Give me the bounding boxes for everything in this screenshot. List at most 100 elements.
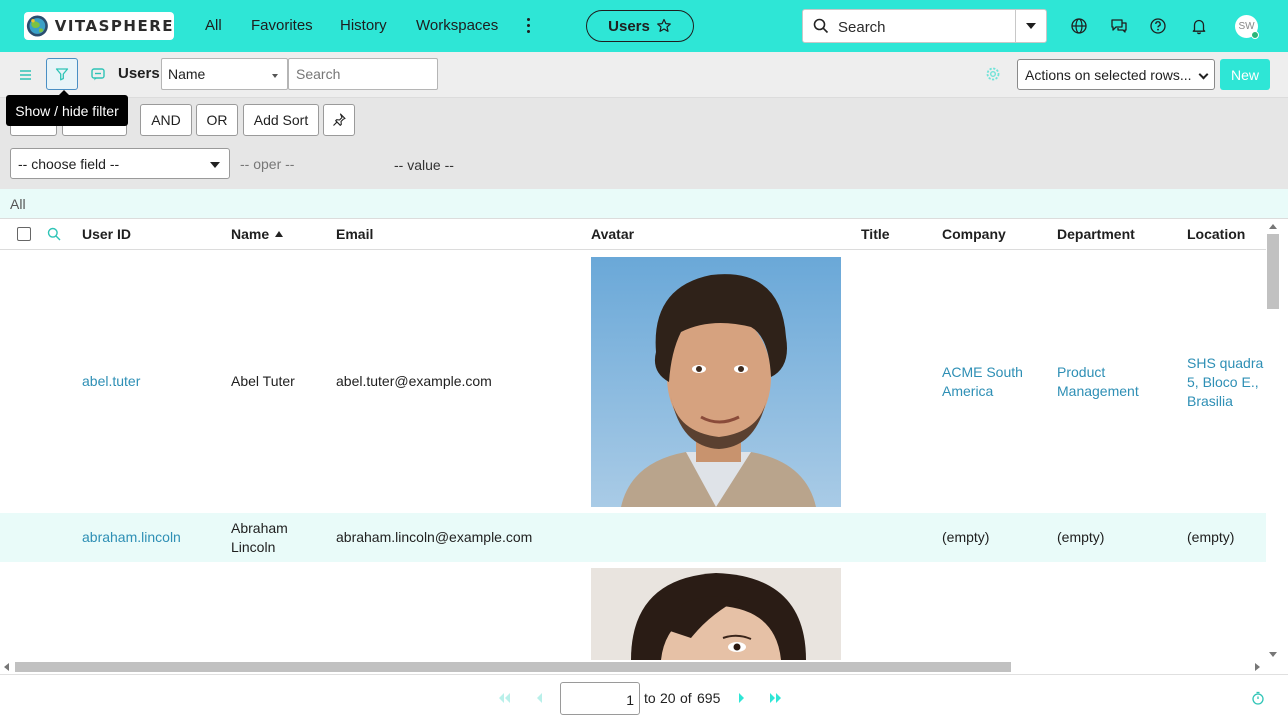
users-table: User ID Name Email Avatar Title Company …: [0, 219, 1266, 660]
select-all-checkbox[interactable]: [17, 227, 31, 241]
table-row: abel.tuter Abel Tuter abel.tuter@example…: [0, 250, 1266, 513]
column-header-location[interactable]: Location: [1187, 226, 1245, 242]
cell-user-id[interactable]: abel.tuter: [82, 372, 140, 391]
filter-tooltip: Show / hide filter: [6, 90, 128, 126]
scroll-up-icon[interactable]: [1269, 224, 1277, 229]
pager-total: 695: [697, 690, 721, 706]
brand-name: VITASPHERE: [54, 17, 174, 35]
globe-logo-icon: [26, 15, 48, 37]
column-header-avatar[interactable]: Avatar: [591, 226, 634, 242]
top-navigation: VITASPHERE All Favorites History Workspa…: [0, 0, 1288, 52]
filter-toggle-button[interactable]: [46, 58, 78, 90]
and-button[interactable]: AND: [140, 104, 192, 136]
column-search-icon[interactable]: [47, 227, 61, 241]
cell-department: (empty): [1057, 529, 1105, 545]
help-icon[interactable]: [1149, 17, 1167, 35]
vertical-scroll-thumb[interactable]: [1267, 234, 1279, 309]
bell-icon[interactable]: [1190, 17, 1208, 35]
search-field-select[interactable]: Name: [161, 58, 288, 90]
cell-name: Abel Tuter: [231, 373, 295, 389]
column-header-name-label: Name: [231, 226, 270, 242]
next-page-icon[interactable]: [733, 692, 749, 704]
cell-company: (empty): [942, 529, 990, 545]
nav-link-all[interactable]: All: [205, 17, 222, 34]
scroll-down-icon[interactable]: [1269, 652, 1277, 657]
gear-icon[interactable]: [985, 66, 1001, 82]
list-header-bar: Users Name Search Actions on selected ro…: [0, 52, 1288, 98]
table-header: User ID Name Email Avatar Title Company …: [0, 219, 1266, 250]
column-header-title[interactable]: Title: [861, 226, 890, 242]
pager-to-label: to: [644, 690, 656, 706]
column-header-department[interactable]: Department: [1057, 226, 1135, 242]
search-icon: [813, 18, 829, 34]
chat-icon[interactable]: [1110, 17, 1128, 35]
avatar-photo: [591, 568, 841, 660]
table-row: abraham.lincoln Abraham Lincoln abraham.…: [0, 513, 1266, 562]
choose-field-select[interactable]: -- choose field --: [10, 148, 230, 179]
pin-icon: [333, 113, 346, 126]
stopwatch-icon[interactable]: [1251, 691, 1265, 705]
scroll-right-icon[interactable]: [1255, 663, 1260, 671]
nav-link-workspaces[interactable]: Workspaces: [416, 17, 498, 34]
nav-link-favorites[interactable]: Favorites: [251, 17, 313, 34]
page-number-input[interactable]: 1: [560, 682, 640, 715]
column-header-email[interactable]: Email: [336, 226, 373, 242]
column-header-company[interactable]: Company: [942, 226, 1006, 242]
nav-link-history[interactable]: History: [340, 17, 387, 34]
global-search[interactable]: Search: [802, 9, 1047, 43]
cell-user-id[interactable]: abraham.lincoln: [82, 528, 181, 547]
choose-field-value: -- choose field --: [18, 156, 120, 172]
current-app-label: Users: [608, 17, 650, 35]
breadcrumb-all[interactable]: All: [10, 196, 26, 212]
globe-icon[interactable]: [1070, 17, 1088, 35]
or-button[interactable]: OR: [196, 104, 238, 136]
filter-icon: [55, 68, 69, 81]
first-page-icon[interactable]: [496, 692, 512, 704]
vertical-scrollbar[interactable]: [1266, 219, 1280, 660]
actions-select-value: Actions on selected rows...: [1025, 67, 1192, 83]
star-icon[interactable]: [656, 18, 672, 34]
cell-department[interactable]: Product Management: [1057, 363, 1177, 401]
activity-stream-icon[interactable]: [90, 66, 106, 82]
brand-logo[interactable]: VITASPHERE: [24, 12, 174, 40]
user-avatar[interactable]: SW: [1235, 15, 1259, 39]
actions-on-selected-rows-select[interactable]: Actions on selected rows...: [1017, 59, 1215, 90]
caret-down-icon: [272, 74, 278, 78]
sort-ascending-icon: [275, 231, 284, 237]
list-search-placeholder: Search: [296, 66, 341, 82]
list-title: Users: [118, 65, 160, 82]
column-header-user-id[interactable]: User ID: [82, 226, 131, 242]
scroll-left-icon[interactable]: [4, 663, 9, 671]
caret-down-icon: [210, 162, 220, 168]
breadcrumb: All: [0, 189, 1288, 219]
operator-placeholder[interactable]: -- oper --: [240, 156, 294, 172]
new-button[interactable]: New: [1220, 59, 1270, 90]
more-menu-icon[interactable]: [521, 15, 535, 37]
cell-email: abraham.lincoln@example.com: [336, 529, 533, 545]
horizontal-scroll-thumb[interactable]: [15, 662, 1011, 672]
hamburger-menu-icon[interactable]: [16, 67, 36, 83]
value-placeholder[interactable]: -- value --: [394, 157, 454, 173]
cell-company[interactable]: ACME South America: [942, 363, 1052, 401]
pin-filter-button[interactable]: [323, 104, 355, 136]
search-scope-dropdown[interactable]: [1016, 10, 1046, 42]
current-app-pill[interactable]: Users: [586, 10, 694, 42]
filter-panel: AND OR Add Sort -- choose field -- -- op…: [0, 98, 1288, 189]
online-status-icon: [1251, 31, 1259, 39]
horizontal-scrollbar[interactable]: [0, 660, 1266, 674]
previous-page-icon[interactable]: [532, 692, 548, 704]
last-page-icon[interactable]: [768, 692, 784, 704]
global-search-placeholder: Search: [838, 19, 886, 36]
table-row: [0, 562, 1266, 660]
search-field-value: Name: [168, 66, 206, 82]
pagination: 1 to 20 of 695: [0, 674, 1288, 718]
cell-location: (empty): [1187, 529, 1235, 545]
cell-email: abel.tuter@example.com: [336, 373, 492, 389]
caret-down-icon: [1026, 23, 1036, 29]
pager-to-value: 20: [660, 690, 676, 706]
cell-location[interactable]: SHS quadra 5, Bloco E., Brasilia: [1187, 354, 1266, 411]
column-header-name[interactable]: Name: [231, 226, 284, 242]
list-search-input[interactable]: Search: [288, 58, 438, 90]
add-sort-button[interactable]: Add Sort: [243, 104, 319, 136]
pager-of-label: of: [680, 690, 692, 706]
